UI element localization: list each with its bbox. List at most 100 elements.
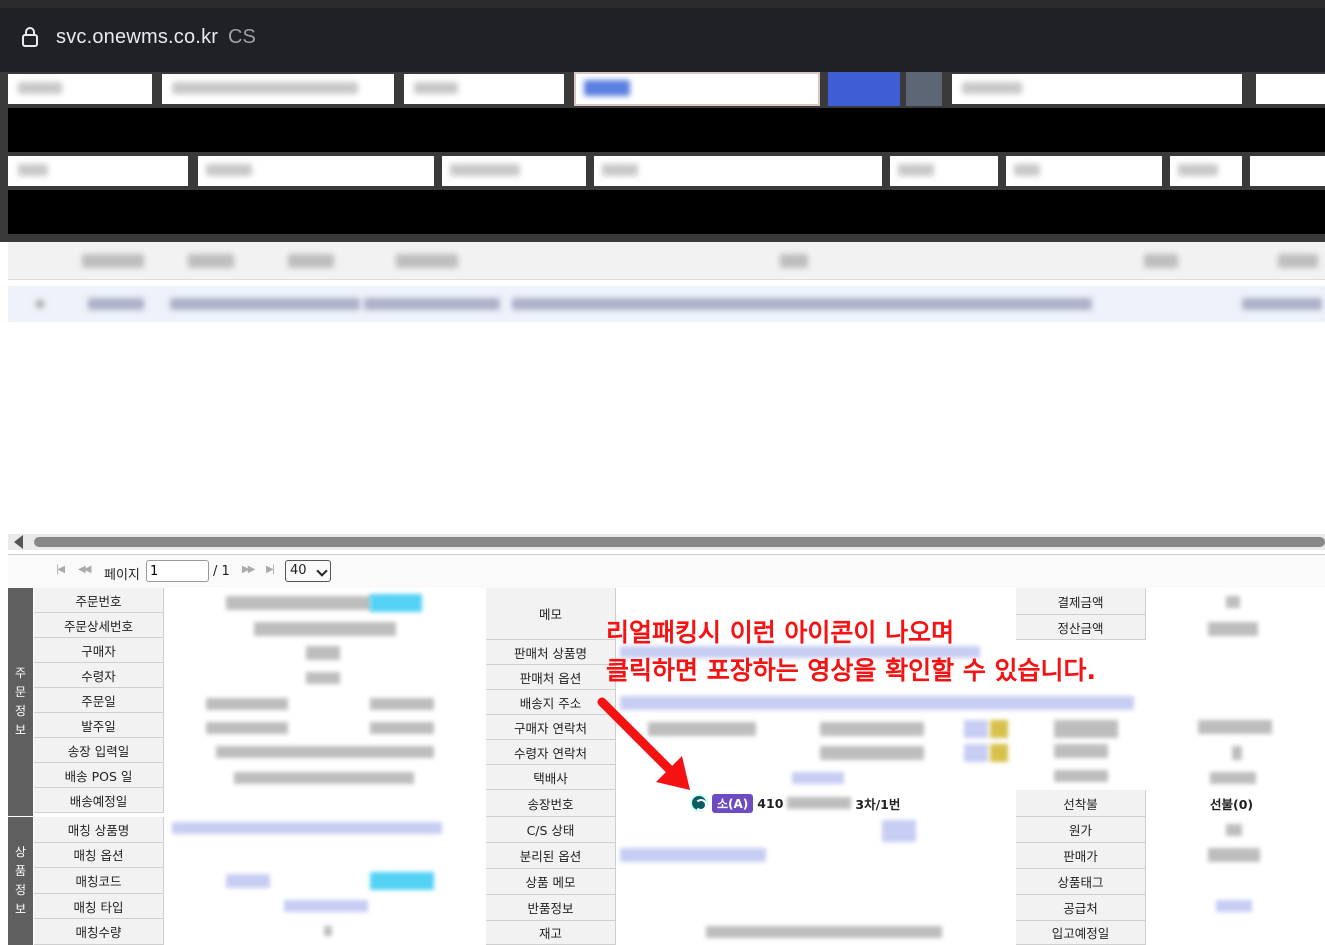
page-input[interactable] [146, 560, 209, 582]
supplier-value [1216, 900, 1252, 912]
product-field-label: 매칭 상품명 [34, 817, 164, 843]
table-row[interactable] [8, 286, 1325, 322]
buyer-contact-tag [964, 720, 988, 738]
middle-field-label: 반품정보 [486, 895, 616, 921]
order-field-label: 배송예정일 [34, 788, 164, 813]
search-button[interactable] [828, 72, 900, 106]
buyer-contact-flag [990, 720, 1008, 738]
section-title-char: 정 [14, 704, 27, 718]
filter-text [1014, 164, 1040, 176]
column-header [1278, 254, 1318, 268]
middle-field-label: 메모 [486, 588, 616, 640]
filter-text [962, 82, 1022, 94]
next-page-icon[interactable]: ▶▶ [242, 564, 255, 575]
buyer-value [306, 646, 340, 660]
matching-code-value [226, 874, 270, 888]
page-size-value: 40 [290, 563, 307, 578]
section-title-char: 상 [14, 845, 27, 859]
order-number-highlight [370, 594, 422, 612]
right-value [1054, 720, 1118, 738]
section-title-char: 정 [14, 883, 27, 897]
filter-field[interactable] [1256, 74, 1325, 104]
page-size-select[interactable]: 40 [285, 560, 331, 582]
product-field-label: 매칭 옵션 [34, 842, 164, 869]
product-field-label: 매칭코드 [34, 868, 164, 894]
right-value [1198, 720, 1272, 734]
receiver-contact-flag [990, 744, 1008, 762]
middle-field-label: 재고 [486, 921, 616, 945]
filter-text [18, 164, 48, 176]
table-cell [512, 298, 1092, 310]
product-field-label: 매칭수량 [34, 919, 164, 945]
column-header [780, 254, 808, 268]
tracking-number-suffix: 3차/1번 [855, 796, 901, 812]
column-header [82, 254, 144, 268]
order-field-label: 구매자 [34, 638, 164, 663]
matching-type-value [284, 900, 368, 912]
order-number-value [226, 596, 372, 610]
right-value [1210, 772, 1256, 784]
settlement-amount-value [1208, 622, 1258, 636]
prev-page-icon[interactable]: ◀◀ [78, 564, 91, 575]
horizontal-scrollbar[interactable] [8, 534, 1325, 550]
right-value [1232, 746, 1242, 760]
order-date-value [206, 698, 288, 710]
middle-field-label: 판매처 상품명 [486, 640, 616, 665]
invoice-input-date-value [216, 746, 434, 758]
payment-amount-value [1226, 596, 1240, 608]
section-title-char: 주 [14, 666, 27, 680]
middle-field-label: 분리된 옵션 [486, 843, 616, 869]
filter-text [898, 164, 934, 176]
right-value [1054, 744, 1108, 758]
delivery-pos-date-value [234, 772, 414, 784]
column-header [396, 254, 458, 268]
courier-value [792, 772, 844, 784]
cs-status-value [882, 820, 916, 842]
annotation-arrow [597, 697, 690, 790]
table-cell [364, 298, 500, 310]
right-field-label: 입고예정일 [1016, 921, 1146, 945]
filter-field[interactable] [1250, 156, 1325, 186]
address-bar-url[interactable]: svc.onewms.co.kr [56, 26, 218, 49]
page-label: 페이지 [104, 568, 140, 583]
order-time-value [370, 698, 434, 710]
filter-text [414, 82, 458, 94]
first-page-icon[interactable]: |◀ [56, 564, 65, 575]
table-cell [36, 300, 44, 308]
lock-icon[interactable] [20, 26, 40, 48]
filter-text [602, 164, 638, 176]
order-field-label: 수령자 [34, 663, 164, 688]
address-bar-suffix: CS [228, 26, 256, 48]
column-header [1144, 254, 1178, 268]
right-field-label: 상품태그 [1016, 869, 1146, 895]
middle-field-label: 상품 메모 [486, 869, 616, 895]
column-header [188, 254, 234, 268]
sale-price-value [1208, 848, 1260, 862]
filter-selection [584, 80, 630, 96]
filter-text [18, 82, 62, 94]
cost-value [1226, 824, 1242, 836]
tracking-number-row: 소(A) 410 3차/1번 [690, 793, 901, 813]
filter-text [206, 164, 252, 176]
matching-qty-value [324, 926, 332, 936]
redacted-band [8, 108, 1325, 152]
table-cell [88, 298, 144, 310]
carrier-badge: 소(A) [712, 793, 754, 813]
receiver-contact-value [820, 746, 924, 760]
scrollbar-thumb[interactable] [34, 537, 1325, 547]
stock-value [706, 926, 942, 938]
split-option-value [620, 848, 766, 862]
annotation-line-1: 리얼패킹시 이런 아이콘이 나오며 [606, 618, 955, 647]
last-page-icon[interactable]: ▶| [266, 564, 275, 575]
scroll-left-icon[interactable] [14, 535, 23, 549]
right-field-label: 원가 [1016, 817, 1146, 843]
order-field-label: 발주일 [34, 713, 164, 738]
order-grid [8, 242, 1325, 554]
prepaid-value: 선불(0) [1210, 797, 1254, 812]
reset-button[interactable] [906, 72, 942, 106]
filter-text [172, 82, 358, 94]
right-field-label: 판매가 [1016, 843, 1146, 869]
buyer-contact-value-2 [820, 722, 924, 736]
tracking-number-prefix[interactable]: 410 [757, 796, 783, 811]
redacted-band [8, 190, 1325, 234]
